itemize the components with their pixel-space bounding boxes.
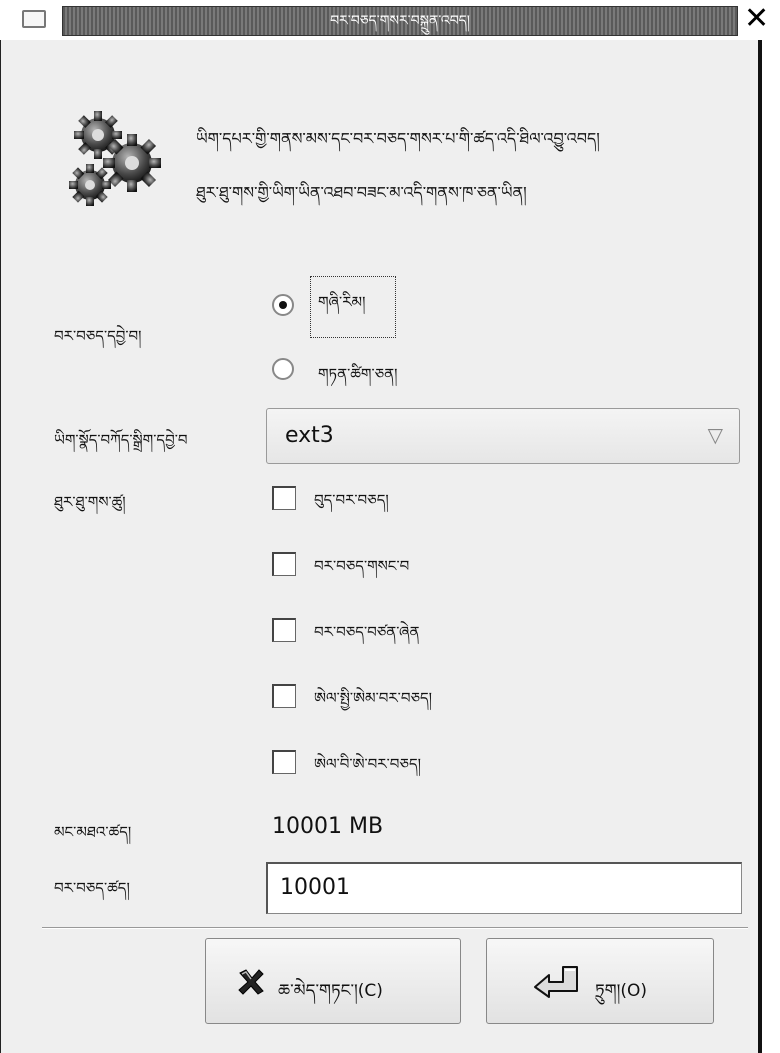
close-button[interactable]: ✕ xyxy=(744,2,769,36)
filesystem-value: ext3 xyxy=(285,423,334,448)
max-size-value: 10001 MB xyxy=(272,814,384,839)
size-label: བར་བཅད་ཚད། xyxy=(54,879,130,897)
flag-label-raid: བར་བཅད་བཙན་ཞེན xyxy=(314,623,420,641)
flag-label-lvm: ཨེལ་སྤྱི་ཨེམ་བར་བཅད། xyxy=(314,689,433,707)
flag-label-lba: ཨེལ་བི་ཨེ་བར་བཅད། xyxy=(314,755,421,773)
radio-primary[interactable] xyxy=(272,294,294,316)
radio-primary-label: གཞི་རིམ། xyxy=(318,293,366,311)
flags-label: ཐུར་ཐུ་གས་ཚུ། xyxy=(54,493,126,511)
intro-text: ཡིག་དཔར་གྱི་གནས་མས་དང་བར་བཅད་གསར་པ་གི་ཚད… xyxy=(196,112,600,220)
flag-checkbox-boot[interactable] xyxy=(272,486,296,510)
max-size-label: མང་མཐའ་ཚད། xyxy=(54,823,132,841)
radio-dot xyxy=(279,301,287,309)
intro-line-1: ཡིག་དཔར་གྱི་གནས་མས་དང་བར་བཅད་གསར་པ་གི་ཚད… xyxy=(196,129,600,148)
separator xyxy=(42,927,748,929)
cancel-button[interactable]: ཆ་མེད་གཏང་།(C) xyxy=(205,938,461,1024)
flag-checkbox-lba[interactable] xyxy=(272,750,296,774)
ok-button-label: ཏྲུག།(O) xyxy=(595,981,648,1001)
intro-line-2: ཐུར་ཐུ་གས་གྱི་ཡིག་ཡིན་འཐབ་བཟང་མ་འདི་གནས་… xyxy=(196,183,527,202)
flag-checkbox-hidden[interactable] xyxy=(272,552,296,576)
window-menu-button[interactable] xyxy=(22,10,46,28)
size-input[interactable]: 10001 xyxy=(266,862,742,914)
chevron-down-icon: ▽ xyxy=(707,423,723,447)
partition-type-label: བར་བཅད་དབྱེ་བ། xyxy=(54,327,142,345)
radio-logical[interactable] xyxy=(272,358,294,380)
title-bar: བར་བཅད་གསར་བསྐྲུན་འབད། ✕ xyxy=(0,0,780,40)
gears-icon xyxy=(69,111,161,206)
filesystem-dropdown[interactable]: ext3 ▽ xyxy=(266,408,740,464)
cancel-button-label: ཆ་མེད་གཏང་།(C) xyxy=(278,981,383,1001)
ok-button[interactable]: ཏྲུག།(O) xyxy=(486,938,714,1024)
radio-logical-label: གཏན་ཚིག་ཅན། xyxy=(318,365,398,383)
filesystem-label: ཡིག་སྣོད་བཀོད་སྒྲིག་དབྱེ་བ xyxy=(54,431,188,449)
ok-arrow-icon xyxy=(534,966,578,998)
flag-checkbox-raid[interactable] xyxy=(272,618,296,642)
flag-label-boot: བུད་བར་བཅད། xyxy=(314,491,389,509)
window-title[interactable]: བར་བཅད་གསར་བསྐྲུན་འབད། xyxy=(62,6,738,36)
flag-label-hidden: བར་བཅད་གསང་བ xyxy=(314,557,410,575)
cancel-x-icon xyxy=(238,969,264,995)
flag-checkbox-lvm[interactable] xyxy=(272,684,296,708)
